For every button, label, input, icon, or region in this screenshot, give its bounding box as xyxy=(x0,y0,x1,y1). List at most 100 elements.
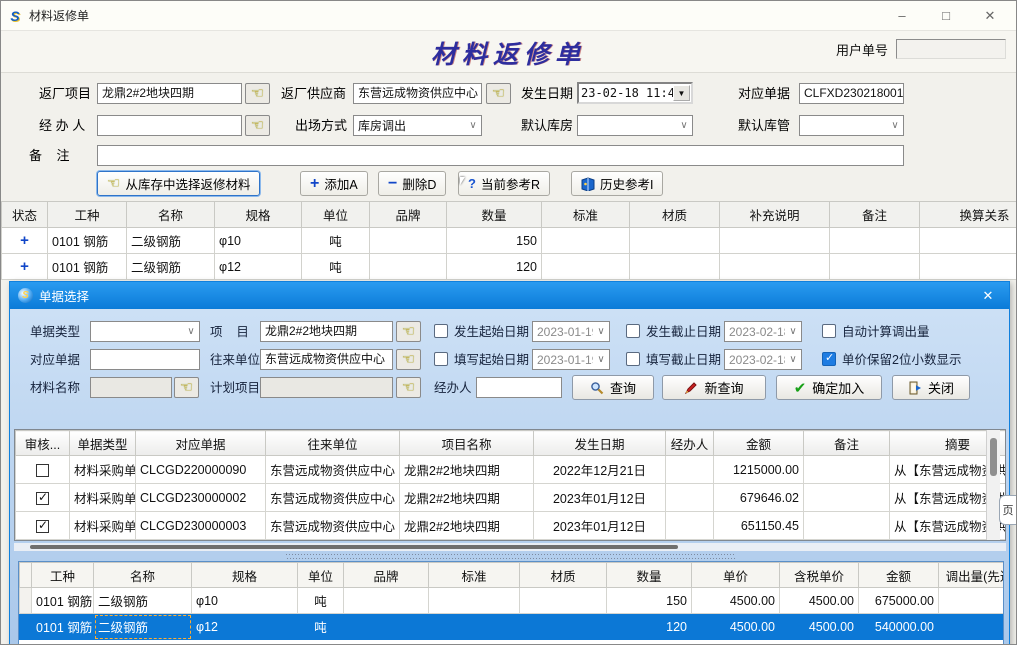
occur-date-field[interactable]: 23-02-18 11:45:19 ▼ xyxy=(577,82,693,104)
hscroll-thumb[interactable] xyxy=(30,545,678,549)
ref-doc-filter-label: 对应单据 xyxy=(30,349,80,371)
status-plus-icon: + xyxy=(2,254,48,280)
doc-table-header-row: 审核...单据类型 对应单据往来单位 项目名称发生日期 经办人金额 备注摘要 xyxy=(16,431,1007,456)
counterpart-label: 往来单位 xyxy=(210,349,260,371)
occur-start-date-select[interactable]: 2023-01-19 ∨ xyxy=(532,321,610,342)
chevron-down-icon: ∨ xyxy=(887,120,903,131)
plan-project-picker-button[interactable]: ☜ xyxy=(396,377,421,398)
doc-row[interactable]: 材料采购单 CLCGD230000003 东营远成物资供应中心 龙鼎2#2地块四… xyxy=(16,512,1007,540)
out-mode-label: 出场方式 xyxy=(295,115,347,137)
project-field[interactable]: 龙鼎2#2地块四期 xyxy=(260,321,393,342)
ref-doc-filter-field[interactable] xyxy=(90,349,200,370)
detail-table: 工种名称 规格单位 品牌标准 材质数量 单价含税单价 金额调出量(先进 0101… xyxy=(19,562,1004,640)
detail-table-container: 工种名称 规格单位 品牌标准 材质数量 单价含税单价 金额调出量(先进 0101… xyxy=(18,561,1004,645)
return-supplier-picker-button[interactable]: ☜ xyxy=(486,83,511,104)
chevron-down-icon: ∨ xyxy=(593,354,609,365)
doc-table-vscrollbar[interactable] xyxy=(986,430,1000,540)
default-warehouse-select[interactable]: ∨ xyxy=(577,115,693,136)
handler-picker-button[interactable]: ☜ xyxy=(245,115,270,136)
chevron-down-icon: ∨ xyxy=(785,354,801,365)
fill-start-label: 填写起始日期 xyxy=(454,349,529,371)
app-icon: S xyxy=(7,8,23,24)
plus-icon: + xyxy=(310,176,319,192)
dropdown-arrow-icon[interactable]: ▼ xyxy=(673,85,690,101)
doc-row[interactable]: 材料采购单 CLCGD230000002 东营远成物资供应中心 龙鼎2#2地块四… xyxy=(16,484,1007,512)
splitter-handle[interactable] xyxy=(286,554,736,560)
occur-start-checkbox[interactable] xyxy=(434,324,448,338)
dialog-titlebar: S 单据选择 ✕ xyxy=(10,282,1009,309)
page-side-tab[interactable]: 页 xyxy=(999,495,1017,525)
occur-end-label: 发生截止日期 xyxy=(646,321,721,343)
hand-icon: ☜ xyxy=(402,380,415,395)
user-doc-no-label: 用户单号 xyxy=(836,40,888,59)
vscroll-thumb[interactable] xyxy=(990,438,997,476)
delete-button[interactable]: − 删除D xyxy=(378,171,446,196)
audit-checkbox[interactable] xyxy=(36,492,49,505)
dialog-app-icon: S xyxy=(18,288,33,303)
default-keeper-select[interactable]: ∨ xyxy=(799,115,904,136)
project-picker-button[interactable]: ☜ xyxy=(396,321,421,342)
current-ref-button[interactable]: ? 当前参考R xyxy=(458,171,550,196)
close-dialog-button[interactable]: 关闭 xyxy=(892,375,970,400)
detail-table-header-row: 工种名称 规格单位 品牌标准 材质数量 单价含税单价 金额调出量(先进 xyxy=(20,563,1005,588)
close-button[interactable]: ✕ xyxy=(970,3,1010,29)
status-plus-icon: + xyxy=(2,228,48,254)
remark-field[interactable] xyxy=(97,145,904,166)
table-row[interactable]: + 0101 钢筋 二级钢筋 φ12 吨 120 xyxy=(2,254,1017,280)
hand-icon: ☜ xyxy=(402,324,415,339)
plan-project-field[interactable] xyxy=(260,377,393,398)
fill-end-date-select[interactable]: 2023-02-18 ∨ xyxy=(724,349,802,370)
handler-field[interactable] xyxy=(97,115,242,136)
repair-items-table: 状态工种 名称规格 单位品牌 数量标准 材质补充说明 备注换算关系 + 0101… xyxy=(1,201,1017,280)
hand-icon: ☜ xyxy=(402,352,415,367)
price-2dec-checkbox[interactable] xyxy=(822,352,836,366)
hand-icon: ☜ xyxy=(107,176,120,191)
return-project-picker-button[interactable]: ☜ xyxy=(245,83,270,104)
occur-end-date-select[interactable]: 2023-02-18 ∨ xyxy=(724,321,802,342)
handler-filter-field[interactable] xyxy=(476,377,562,398)
minimize-button[interactable]: – xyxy=(882,3,922,29)
doc-table-hscrollbar[interactable] xyxy=(14,543,1006,551)
auto-calc-label: 自动计算调出量 xyxy=(842,321,930,343)
audit-checkbox[interactable] xyxy=(36,520,49,533)
return-supplier-label: 返厂供应商 xyxy=(281,83,346,105)
fill-end-checkbox[interactable] xyxy=(626,352,640,366)
window-titlebar: S 材料返修单 – □ ✕ xyxy=(1,1,1016,31)
confirm-add-button[interactable]: ✔ 确定加入 xyxy=(776,375,882,400)
add-button[interactable]: + 添加A xyxy=(300,171,368,196)
occur-end-checkbox[interactable] xyxy=(626,324,640,338)
out-mode-select[interactable]: 库房调出 ∨ xyxy=(353,115,482,136)
hand-icon: ☜ xyxy=(251,86,264,101)
doc-row[interactable]: 材料采购单 CLCGD220000090 东营远成物资供应中心 龙鼎2#2地块四… xyxy=(16,456,1007,484)
ref-doc-field[interactable]: CLFXD230218001 xyxy=(799,83,904,104)
new-query-button[interactable]: 新查询 xyxy=(662,375,766,400)
return-supplier-field[interactable]: 东营远成物资供应中心 xyxy=(353,83,482,104)
counterpart-field[interactable]: 东营远成物资供应中心 xyxy=(260,349,393,370)
history-ref-button[interactable]: 历史参考I xyxy=(571,171,663,196)
auto-calc-checkbox[interactable] xyxy=(822,324,836,338)
maximize-button[interactable]: □ xyxy=(926,3,966,29)
handler-filter-label: 经办人 xyxy=(434,377,472,399)
project-label: 项 目 xyxy=(210,321,249,343)
select-from-stock-button[interactable]: ☜ 从库存中选择返修材料 xyxy=(97,171,260,196)
user-doc-no-field[interactable] xyxy=(896,39,1006,59)
plan-project-label: 计划项目 xyxy=(210,377,260,399)
doc-select-dialog: S 单据选择 ✕ 单据类型 ∨ 项 目 龙鼎2#2地块四期 ☜ 发生起始日期 2… xyxy=(9,281,1010,645)
dialog-close-icon[interactable]: ✕ xyxy=(975,288,1001,304)
detail-row-selected[interactable]: 0101 钢筋 二级钢筋 φ12 吨 120 4500.00 4500.00 5… xyxy=(20,614,1005,640)
query-button[interactable]: 查询 xyxy=(572,375,654,400)
counterpart-picker-button[interactable]: ☜ xyxy=(396,349,421,370)
occur-date-label: 发生日期 xyxy=(521,83,573,105)
remark-label: 备 注 xyxy=(29,145,69,167)
return-project-field[interactable]: 龙鼎2#2地块四期 xyxy=(97,83,242,104)
material-name-field[interactable] xyxy=(90,377,172,398)
fill-start-checkbox[interactable] xyxy=(434,352,448,366)
doc-type-select[interactable]: ∨ xyxy=(90,321,200,342)
material-name-picker-button[interactable]: ☜ xyxy=(174,377,199,398)
chevron-down-icon: ∨ xyxy=(465,120,481,131)
price-2dec-label: 单价保留2位小数显示 xyxy=(842,349,961,371)
detail-row[interactable]: 0101 钢筋 二级钢筋 φ10 吨 150 4500.00 4500.00 6… xyxy=(20,588,1005,614)
fill-start-date-select[interactable]: 2023-01-19 ∨ xyxy=(532,349,610,370)
table-row[interactable]: + 0101 钢筋 二级钢筋 φ10 吨 150 xyxy=(2,228,1017,254)
audit-checkbox[interactable] xyxy=(36,464,49,477)
